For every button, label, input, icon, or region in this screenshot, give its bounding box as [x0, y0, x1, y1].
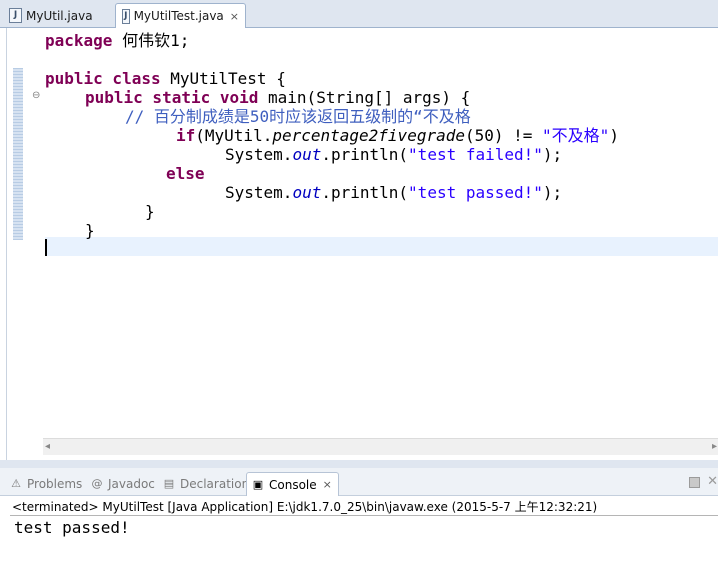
editor-gutter: ⊖	[7, 28, 43, 440]
tab-javadoc[interactable]: @ Javadoc	[91, 472, 155, 496]
divider	[10, 515, 718, 516]
tab-label: MyUtil.java	[26, 8, 93, 23]
current-line-highlight	[45, 237, 718, 256]
console-view[interactable]: <terminated> MyUtilTest [Java Applicatio…	[0, 496, 718, 571]
code-line-comment: // 百分制成绩是50时应该返回五级制的“不及格	[125, 107, 471, 126]
tab-label: MyUtilTest.java	[133, 9, 224, 23]
tab-myutil-java[interactable]: J MyUtil.java	[3, 3, 111, 28]
tab-label: Console	[269, 477, 317, 492]
tab-declaration[interactable]: ▤ Declaration	[163, 472, 249, 496]
remove-launch-icon[interactable]: ✕	[707, 474, 718, 489]
console-status-text: <terminated> MyUtilTest [Java Applicatio…	[12, 500, 598, 514]
console-icon: ▣	[252, 477, 264, 491]
code-line-close-class: }	[85, 221, 95, 240]
declaration-icon: ▤	[163, 477, 175, 490]
close-icon[interactable]: ×	[323, 478, 332, 491]
quick-diff-change-bar	[13, 68, 23, 240]
code-line-println-failed: System.out.println("test failed!");	[225, 145, 563, 164]
code-line-close-method: }	[145, 202, 155, 221]
scroll-right-icon[interactable]: ▸	[712, 441, 717, 452]
editor-tab-bar: J MyUtil.java J MyUtilTest.java ×	[0, 0, 718, 28]
close-icon[interactable]: ×	[230, 10, 239, 23]
tab-label: Javadoc	[108, 477, 155, 491]
code-line-println-passed: System.out.println("test passed!");	[225, 183, 563, 202]
code-line-if: if(MyUtil.percentage2fivegrade(50) != "不…	[176, 126, 619, 145]
java-file-icon: J	[9, 8, 22, 23]
tab-console[interactable]: ▣ Console ×	[246, 472, 339, 496]
bottom-panel-tab-bar: ⚠ Problems @ Javadoc ▤ Declaration ▣ Con…	[0, 468, 718, 496]
panel-sash[interactable]	[0, 460, 718, 468]
scroll-left-icon[interactable]: ◂	[45, 441, 50, 452]
java-file-icon: J	[122, 8, 130, 24]
problems-icon: ⚠	[11, 477, 21, 490]
tab-problems[interactable]: ⚠ Problems	[10, 472, 82, 496]
code-line-else: else	[166, 164, 205, 183]
code-line-class-decl: public class MyUtilTest {	[45, 69, 286, 88]
code-editor[interactable]: ⊖ package 何伟钦1; public class MyUtilTest …	[6, 28, 718, 460]
text-caret	[45, 239, 47, 256]
code-area[interactable]: package 何伟钦1; public class MyUtilTest { …	[45, 28, 718, 440]
console-output: test passed!	[14, 518, 130, 537]
tab-label: Declaration	[180, 477, 250, 491]
code-line-package: package 何伟钦1;	[45, 31, 190, 50]
javadoc-icon: @	[91, 477, 103, 490]
code-line-main-decl: public static void main(String[] args) {	[85, 88, 471, 107]
terminate-button[interactable]	[689, 477, 700, 488]
tab-myutiltest-java[interactable]: J MyUtilTest.java ×	[115, 3, 246, 28]
horizontal-scrollbar[interactable]: ◂ ▸	[43, 438, 718, 455]
fold-collapse-icon[interactable]: ⊖	[32, 91, 41, 101]
tab-label: Problems	[27, 477, 83, 491]
